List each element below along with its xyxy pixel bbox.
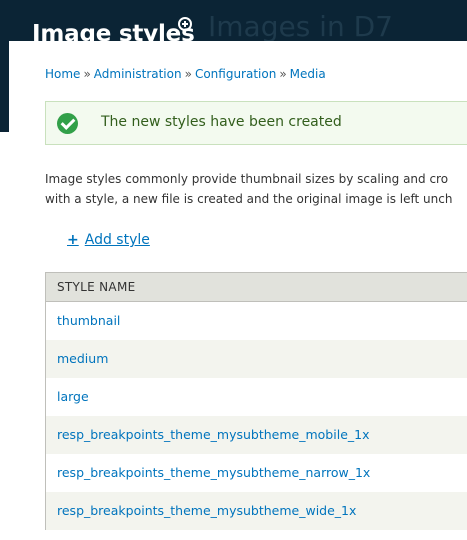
style-link-narrow-1x[interactable]: resp_breakpoints_theme_mysubtheme_narrow… <box>57 465 370 480</box>
description-line-2: with a style, a new file is created and … <box>45 192 453 206</box>
table-header: STYLE NAME <box>46 273 467 302</box>
style-link-mobile-1x[interactable]: resp_breakpoints_theme_mysubtheme_mobile… <box>57 427 369 442</box>
table-row: resp_breakpoints_theme_mysubtheme_wide_1… <box>46 492 467 530</box>
description-line-1: Image styles commonly provide thumbnail … <box>45 172 449 186</box>
style-link-wide-1x[interactable]: resp_breakpoints_theme_mysubtheme_wide_1… <box>57 503 356 518</box>
check-circle-icon <box>57 113 78 134</box>
column-header-style-name: STYLE NAME <box>57 280 136 294</box>
add-style-link[interactable]: + Add style <box>67 232 150 248</box>
table-row: medium <box>46 340 467 378</box>
background-page-title: Images in D7 <box>208 10 393 43</box>
overlay-content: Home» Administration» Configuration» Media … <box>9 41 467 540</box>
table-row: resp_breakpoints_theme_mysubtheme_narrow… <box>46 454 467 492</box>
breadcrumb-media[interactable]: Media <box>290 67 326 81</box>
table-row: thumbnail <box>46 302 467 340</box>
breadcrumb-separator: » <box>83 67 91 81</box>
page-description: Image styles commonly provide thumbnail … <box>45 169 467 209</box>
breadcrumb-administration[interactable]: Administration <box>94 67 182 81</box>
plus-icon: + <box>67 232 79 248</box>
image-styles-table: STYLE NAME thumbnail medium large resp_b… <box>45 272 467 530</box>
breadcrumb-configuration[interactable]: Configuration <box>195 67 276 81</box>
breadcrumb-separator: » <box>279 67 287 81</box>
status-message: The new styles have been created <box>45 101 467 145</box>
table-row: large <box>46 378 467 416</box>
breadcrumb: Home» Administration» Configuration» Media <box>45 67 326 81</box>
status-message-text: The new styles have been created <box>101 114 342 130</box>
add-style-label: Add style <box>84 232 150 248</box>
table-row: resp_breakpoints_theme_mysubtheme_mobile… <box>46 416 467 454</box>
breadcrumb-home[interactable]: Home <box>45 67 80 81</box>
style-link-thumbnail[interactable]: thumbnail <box>57 313 120 328</box>
add-shortcut-icon[interactable] <box>178 17 192 31</box>
breadcrumb-separator: » <box>184 67 192 81</box>
style-link-medium[interactable]: medium <box>57 351 108 366</box>
style-link-large[interactable]: large <box>57 389 89 404</box>
